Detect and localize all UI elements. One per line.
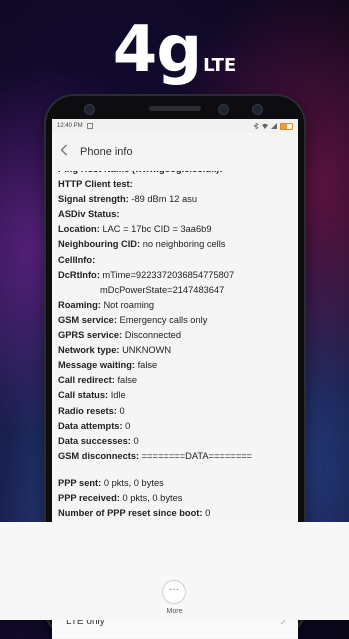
info-row: DcRtInfo: mTime=9223372036854775807 [58, 268, 292, 283]
info-row: GSM service: Emergency calls only [58, 313, 292, 328]
info-value: mDcPowerState=2147483647 [100, 284, 225, 295]
info-label: ASDiv Status: [58, 209, 120, 220]
info-label: CellInfo: [58, 254, 96, 265]
info-label: DcRtInfo: [58, 269, 100, 280]
info-value: false [117, 375, 138, 386]
phone-info-list[interactable]: Ping Host Name (www.google.co.uk): HTTP C… [52, 171, 298, 561]
more-button[interactable]: ··· [162, 580, 186, 604]
info-label: Ping Host Name (www.google.co.uk): [58, 171, 222, 174]
info-value: Disconnected [124, 330, 182, 341]
info-value: -89 dBm 12 asu [131, 194, 197, 205]
info-value: 0 [205, 508, 211, 519]
info-label: Call redirect: [58, 375, 115, 386]
info-row: ASDiv Status: [58, 207, 292, 222]
info-row: Call redirect: false [58, 373, 292, 388]
info-row: Signal strength: -89 dBm 12 asu [58, 192, 292, 207]
info-row: Network type: UNKNOWN [58, 343, 292, 358]
info-label: Data successes: [58, 435, 131, 446]
info-label: PPP sent: [58, 477, 102, 488]
info-row: Data attempts: 0 [58, 419, 292, 434]
status-time: 12:40 PM [57, 123, 83, 129]
info-value: 0 pkts, 0 bytes [103, 477, 164, 488]
info-label: Number of PPP reset since boot: [58, 508, 203, 519]
info-row: Radio resets: 0 [58, 404, 292, 419]
info-value: UNKNOWN [122, 345, 172, 356]
info-label: PPP received: [58, 492, 120, 503]
more-label: More [166, 608, 183, 615]
battery-icon [280, 122, 293, 130]
info-label: Network type: [58, 345, 120, 356]
info-row: Neighbouring CID: no neighboring cells [58, 237, 292, 252]
info-value: mTime=9223372036854775807 [102, 269, 235, 280]
back-button[interactable] [60, 143, 78, 161]
chevron-left-icon [60, 144, 67, 156]
status-bar: 12:40 PM [52, 119, 298, 133]
info-value: 0 [119, 405, 125, 416]
bluetooth-icon [253, 123, 259, 129]
page-title: Phone info [80, 146, 133, 158]
info-label: Radio resets: [58, 405, 117, 416]
info-row: PPP received: 0 pkts, 0 bytes [58, 491, 292, 506]
info-value: no neighboring cells [142, 239, 226, 250]
info-label: Call status: [58, 390, 109, 401]
info-row: Call status: Idle [58, 388, 292, 403]
info-label: Location: [58, 224, 100, 235]
info-label: GSM service: [58, 314, 117, 325]
info-row: PPP sent: 0 pkts, 0 bytes [58, 476, 292, 491]
info-value: ========DATA======== [141, 450, 252, 461]
front-sensor-icon [84, 104, 95, 115]
info-row: GPRS service: Disconnected [58, 328, 292, 343]
info-row: Data successes: 0 [58, 434, 292, 449]
info-row: HTTP Client test: [58, 177, 292, 192]
info-value: Not roaming [103, 299, 155, 310]
info-label: HTTP Client test: [58, 179, 133, 190]
info-value: Idle [110, 390, 126, 401]
info-row: GSM disconnects: ========DATA======== [58, 449, 292, 464]
info-value: LAC = 17bc CID = 3aa6b9 [102, 224, 212, 235]
info-row: Message waiting: false [58, 358, 292, 373]
info-label: GPRS service: [58, 330, 123, 341]
signal-icon [271, 123, 277, 129]
info-rows: Ping Host Name (www.google.co.uk): HTTP C… [58, 171, 292, 464]
front-sensor-icon-2 [252, 104, 263, 115]
bottom-panel: ··· More [0, 522, 349, 620]
info-value: 0 pkts, 0 bytes [122, 492, 183, 503]
phone-speaker [149, 106, 201, 111]
ellipsis-icon: ··· [169, 584, 179, 595]
info-label: Message waiting: [58, 360, 135, 371]
info-row: Roaming: Not roaming [58, 298, 292, 313]
info-value: 0 [133, 435, 139, 446]
headline: 4g LTE [0, 18, 349, 82]
info-row: mDcPowerState=2147483647 [58, 283, 292, 298]
info-label: Roaming: [58, 299, 101, 310]
headline-4g: 4g [112, 13, 202, 87]
info-label: GSM disconnects: [58, 450, 140, 461]
app-bar: Phone info [52, 133, 298, 171]
info-label: Data attempts: [58, 420, 123, 431]
info-label: Neighbouring CID: [58, 239, 141, 250]
wifi-icon [262, 123, 268, 129]
info-label: Signal strength: [58, 194, 129, 205]
info-row: Location: LAC = 17bc CID = 3aa6b9 [58, 222, 292, 237]
info-row: CellInfo: [58, 253, 292, 268]
info-value: false [137, 360, 158, 371]
front-camera-icon [218, 104, 229, 115]
info-value: 0 [125, 420, 131, 431]
image-notification-icon [86, 123, 93, 129]
headline-lte: LTE [203, 55, 237, 76]
info-value: Emergency calls only [119, 314, 208, 325]
info-row: Number of PPP reset since boot: 0 [58, 506, 292, 521]
